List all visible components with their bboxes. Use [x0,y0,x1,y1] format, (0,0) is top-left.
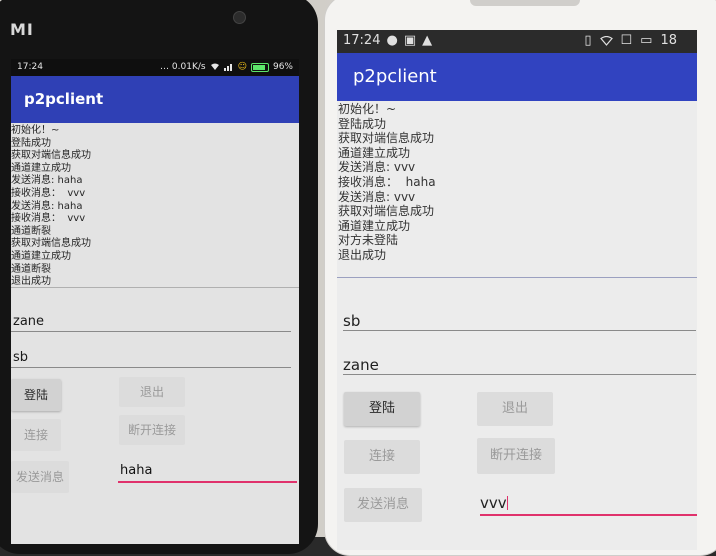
log-line: 发送消息: haha [11,200,83,212]
app-bar: p2pclient [337,53,697,101]
vibrate-icon: ▯ [584,33,592,48]
app-bar: p2pclient [11,76,299,123]
message-input[interactable]: vvv [480,494,697,516]
log-line: 获取对端信息成功 [11,150,91,162]
log-area: 初始化！~ 登陆成功 获取对端信息成功 通道建立成功 发送消息: haha 接收消息： v… [11,123,299,288]
mi-logo: MI [10,20,34,39]
log-line: 发送消息: vvv [338,160,416,175]
log-line: 初始化！~ [11,125,60,136]
log-line: 接收消息： vvv [11,213,86,225]
log-line: 通道建立成功 [11,250,71,262]
log-line: 通道建立成功 [11,162,71,174]
log-line: 通道断裂 [11,263,51,275]
login-button[interactable]: 登陆 [11,379,61,411]
right-phone-screen: 17:24 ● ▣ ▲ ▯ ☐ ▭ 18 p2pclient 初始化！~ 登陆成功… [337,30,697,550]
log-line: 对方未登陆 [338,233,399,248]
app-title: p2pclient [353,66,437,87]
status-time: 17:24 [17,62,43,72]
username-input[interactable]: sb [343,304,696,331]
network-speed: … 0.01K/s [160,62,206,72]
disconnect-button[interactable]: 断开连接 [477,438,555,474]
battery-percent: 96% [272,62,293,72]
warning-icon: ▲ [422,33,433,48]
connect-button[interactable]: 连接 [344,440,420,474]
wifi-icon [210,63,219,70]
log-line: 登陆成功 [11,137,51,149]
log-line: 获取对端信息成功 [11,238,91,250]
chat-icon: ● [386,33,398,48]
text-cursor [506,496,508,510]
log-line: 接收消息： haha [338,174,436,189]
login-button[interactable]: 登陆 [344,392,420,426]
left-phone-screen: 17:24 … 0.01K/s ☺ 96% p2pclient 初始化！~ 登陆… [11,59,299,544]
status-bar: 17:24 ● ▣ ▲ ▯ ☐ ▭ 18 [337,30,697,53]
log-line: 获取对端信息成功 [338,131,435,146]
log-line: 通道建立成功 [338,145,411,160]
log-line: 初始化！~ [338,102,397,116]
logout-button[interactable]: 退出 [119,377,185,407]
image-icon: ▣ [403,33,417,48]
username-input[interactable]: zane [11,307,291,332]
message-input[interactable]: haha [118,463,297,483]
battery-icon [250,62,269,72]
log-line: 发送消息: haha [11,175,83,187]
front-camera [233,11,246,24]
wifi-icon [599,35,613,46]
log-line: 退出成功 [11,276,51,288]
smiley-icon: ☺ [237,62,247,72]
send-button[interactable]: 发送消息 [344,488,422,522]
status-right-number: 18 [660,33,677,48]
log-line: 获取对端信息成功 [338,204,435,219]
log-area: 初始化！~ 登陆成功 获取对端信息成功 通道建立成功 发送消息: vvv 接收消息： ha… [337,101,697,278]
status-bar: 17:24 … 0.01K/s ☺ 96% [11,59,299,76]
peer-input[interactable]: sb [11,343,291,368]
log-line: 通道断裂 [11,225,51,237]
peer-input[interactable]: zane [343,348,696,375]
signal-icon [223,64,232,71]
log-line: 接收消息： vvv [11,187,86,199]
send-button[interactable]: 发送消息 [11,461,69,493]
disconnect-button[interactable]: 断开连接 [119,415,185,445]
log-line: 通道建立成功 [338,218,411,233]
photo-background: MI 17:24 … 0.01K/s ☺ 96% p2pclient 初始化！~… [0,0,716,556]
log-line: 发送消息: vvv [338,189,416,204]
app-title: p2pclient [24,90,104,108]
battery-icon: ▭ [640,33,653,48]
logout-button[interactable]: 退出 [477,392,553,426]
log-line: 退出成功 [338,247,387,262]
square-icon: ☐ [620,33,633,48]
earpiece [470,0,580,6]
log-line: 登陆成功 [338,116,387,131]
connect-button[interactable]: 连接 [11,419,61,451]
status-time: 17:24 [343,33,381,48]
